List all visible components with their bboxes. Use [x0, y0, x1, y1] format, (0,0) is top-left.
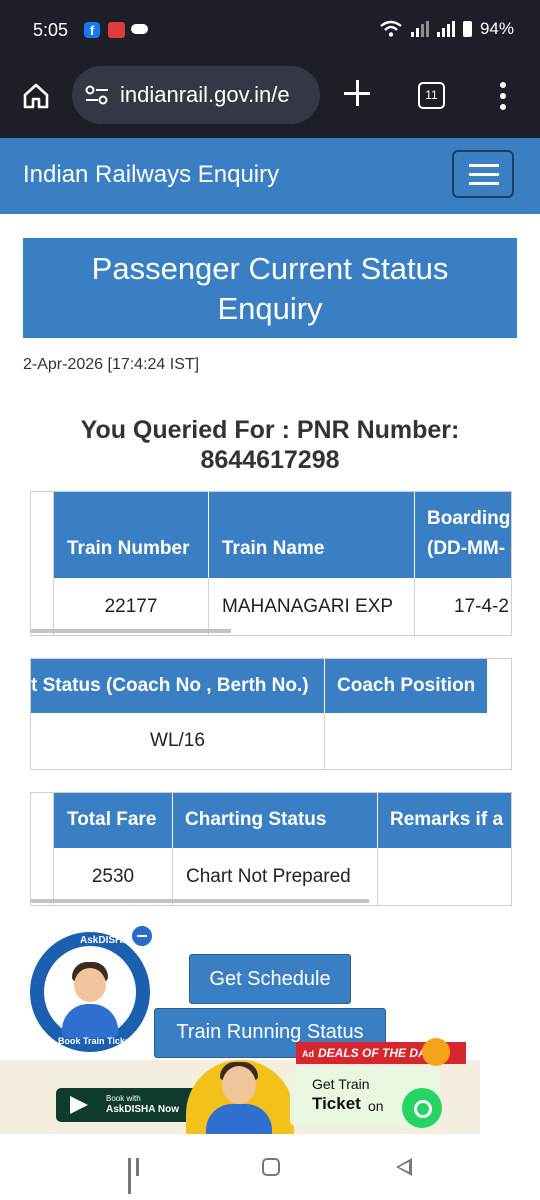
header-coach-position-label: Coach Position	[337, 675, 476, 696]
status-time: 5:05	[33, 20, 69, 40]
header-train-number-label: Train Number	[67, 538, 190, 559]
site-brand[interactable]: Indian Railways Enquiry	[23, 161, 279, 189]
status-indicators: 94%	[379, 19, 514, 39]
facebook-icon: f	[84, 22, 100, 38]
cell-total-fare: 2530	[54, 848, 173, 905]
new-tab-icon[interactable]	[344, 80, 370, 106]
cell-train-number: 22177	[54, 578, 209, 635]
cell-coach-position	[325, 713, 511, 769]
more-menu-icon[interactable]	[500, 82, 506, 115]
train-info-table[interactable]: Train Number Train Name Boarding (DD-MM-…	[30, 491, 512, 636]
header-total-fare-label: Total Fare	[67, 809, 157, 830]
wifi-icon	[380, 20, 402, 37]
header-train-number: Train Number	[54, 492, 208, 578]
train-running-status-label: Train Running Status	[176, 1021, 364, 1043]
ad-tag: Ad	[302, 1049, 314, 1059]
back-icon[interactable]	[396, 1158, 412, 1176]
table3-scrollbar[interactable]	[31, 899, 369, 903]
ad-on: on	[368, 1098, 384, 1114]
url-text[interactable]: indianrail.gov.in/e	[120, 82, 316, 108]
ad-ticket: Ticket	[312, 1094, 361, 1113]
header-coach-position: Coach Position	[325, 659, 487, 713]
header-boarding-format: (DD-MM-	[427, 538, 506, 559]
tab-count: 11	[425, 88, 438, 102]
minimize-chatbot-icon[interactable]	[130, 924, 154, 948]
status-bar: 5:05 f 94%	[0, 0, 540, 62]
home-button-icon[interactable]	[262, 1158, 280, 1176]
askdisha-avatar	[44, 946, 136, 1038]
ad-askdisha-now: AskDISHA Now	[106, 1104, 179, 1115]
deals-label: DEALS OF THE DAY	[318, 1046, 434, 1060]
header-current-status: t Status (Coach No , Berth No.)	[31, 659, 324, 713]
cell-remarks	[378, 848, 511, 905]
battery-icon	[462, 21, 472, 37]
ad-book-with: Book with	[106, 1094, 141, 1103]
home-icon[interactable]	[22, 82, 50, 110]
header-charting-status: Charting Status	[173, 793, 377, 848]
signal-icon	[410, 21, 429, 37]
page-title: Passenger Current Status Enquiry	[23, 238, 517, 338]
signal-icon-2	[436, 21, 455, 37]
cell-total-fare-value: 2530	[91, 866, 135, 887]
header-charting-status-label: Charting Status	[185, 809, 327, 830]
cell-charting-status: Chart Not Prepared	[173, 848, 378, 905]
header-remarks-label: Remarks if a	[390, 809, 504, 830]
header-remarks: Remarks if a	[378, 793, 511, 848]
site-settings-icon[interactable]	[84, 84, 110, 106]
cell-charting-status-value: Chart Not Prepared	[186, 866, 351, 887]
address-bar[interactable]: indianrail.gov.in/e	[72, 66, 320, 124]
ad-banner[interactable]: Book with AskDISHA Now Get Train Ticket …	[0, 1060, 480, 1134]
header-current-status-label: t Status (Coach No , Berth No.)	[31, 675, 309, 696]
queried-label: You Queried For : PNR Number:	[80, 416, 460, 444]
current-status-table[interactable]: t Status (Coach No , Berth No.) Coach Po…	[30, 658, 512, 770]
get-schedule-button[interactable]: Get Schedule	[189, 954, 351, 1004]
get-schedule-label: Get Schedule	[209, 968, 331, 990]
askdisha-chatbot-badge[interactable]: AskDISHA 2.0 Book Train Ticket	[30, 932, 150, 1052]
query-timestamp: 2-Apr-2026 [17:4:24 IST]	[23, 356, 200, 373]
app-notification-icon	[108, 22, 125, 38]
ad-book-button[interactable]: Book with AskDISHA Now	[56, 1088, 202, 1122]
header-boarding-label: Boarding	[427, 508, 511, 529]
ad-arrow-icon	[70, 1096, 88, 1114]
fare-table[interactable]: Total Fare Charting Status Remarks if a …	[30, 792, 512, 906]
ad-whatsapp-ticket[interactable]: Get Train Ticket on	[290, 1068, 442, 1128]
cell-current-status: WL/16	[31, 713, 325, 769]
ad-mascot-image	[186, 1060, 294, 1134]
battery-percent: 94%	[479, 19, 514, 38]
header-total-fare: Total Fare	[54, 793, 172, 848]
cell-train-name-value: MAHANAGARI EXP	[222, 596, 394, 617]
header-boarding-date: Boarding (DD-MM-	[415, 492, 511, 578]
pnr-number: 8644617298	[200, 446, 340, 474]
cell-train-number-value: 22177	[104, 596, 158, 617]
recent-apps-icon[interactable]	[128, 1158, 148, 1194]
askdisha-arc-bottom: Book Train Ticket	[58, 1036, 133, 1046]
cell-current-status-value: WL/16	[150, 730, 205, 751]
queried-for: You Queried For : PNR Number: 8644617298	[0, 415, 540, 475]
cloud-icon	[131, 24, 148, 34]
header-train-name: Train Name	[209, 492, 414, 578]
cell-train-name: MAHANAGARI EXP	[209, 578, 415, 635]
tab-switcher-icon[interactable]: 11	[418, 82, 445, 109]
page-title-line1: Passenger Current Status	[91, 251, 449, 286]
cell-boarding-date: 17-4-2	[415, 578, 511, 635]
page-title-line2: Enquiry	[217, 291, 323, 326]
whatsapp-icon	[402, 1088, 442, 1128]
special-offer-seal-icon	[422, 1038, 450, 1066]
header-train-name-label: Train Name	[222, 538, 325, 559]
table1-scrollbar[interactable]	[31, 629, 231, 633]
hamburger-menu-icon[interactable]	[452, 150, 514, 198]
cell-boarding-date-value: 17-4-2	[454, 596, 509, 617]
ad-get-train: Get Train	[312, 1076, 370, 1092]
